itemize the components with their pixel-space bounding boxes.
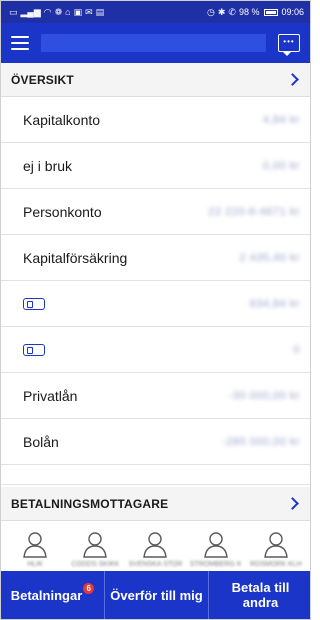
person-icon — [261, 529, 291, 559]
app-screen: ▭ ▂▄▆ ◠ ❁ ⌂ ▣ ✉ ▤ ◷ ✱ ✆ 98 % 09:06 ••• Ö… — [0, 0, 311, 620]
account-name: Privatlån — [23, 387, 78, 404]
account-row-privatlan[interactable]: Privatlån -30 000,00 kr — [1, 373, 310, 419]
person-icon — [201, 529, 231, 559]
tab-label-line2: andra — [242, 595, 279, 610]
account-name: Bolån — [23, 433, 59, 450]
account-row-ej-i-bruk[interactable]: ej i bruk 0,00 kr — [1, 143, 310, 189]
chevron-right-icon — [286, 73, 299, 86]
recipients-title: BETALNINGSMOTTAGARE — [11, 496, 169, 511]
account-row-personkonto[interactable]: Personkonto 22 220-6-4671 kr — [1, 189, 310, 235]
status-bar: ▭ ▂▄▆ ◠ ❁ ⌂ ▣ ✉ ▤ ◷ ✱ ✆ 98 % 09:06 — [1, 1, 310, 23]
hamburger-icon[interactable] — [11, 36, 29, 50]
chat-icon[interactable]: ••• — [278, 34, 300, 56]
recipient-name: ROSMORK KLH — [249, 561, 302, 568]
account-balance: 0,00 kr — [262, 159, 300, 172]
message-icon: ▤ — [95, 6, 105, 17]
overview-header[interactable]: ÖVERSIKT — [1, 63, 310, 97]
mail-icon: ✉ — [85, 6, 93, 17]
recipient-item[interactable]: ROSMORK KLH — [248, 529, 304, 568]
account-row-card-2[interactable]: 0 — [1, 327, 310, 373]
header-title-placeholder — [41, 34, 266, 52]
overview-title: ÖVERSIKT — [11, 72, 74, 87]
account-balance: 634,84 kr — [249, 297, 300, 310]
account-balance: 4,84 kr — [262, 113, 300, 126]
account-row-partial[interactable] — [1, 465, 310, 485]
person-icon — [80, 529, 110, 559]
call-icon: ✆ — [228, 6, 236, 17]
tab-label-line1: Betala till — [231, 580, 290, 595]
recipients-header[interactable]: BETALNINGSMOTTAGARE — [1, 487, 310, 521]
tab-label: Betala till andra — [232, 580, 290, 610]
tab-overfor-till-mig[interactable]: Överför till mig — [105, 571, 209, 619]
signal-icon: ▂▄▆ — [20, 6, 41, 17]
tab-betalningar[interactable]: Betalningar 6 — [1, 571, 105, 619]
account-list: Kapitalkonto 4,84 kr ej i bruk 0,00 kr P… — [1, 97, 310, 487]
wifi-icon: ◠ — [43, 6, 52, 17]
bluetooth-icon: ✱ — [217, 6, 226, 17]
person-icon — [140, 529, 170, 559]
account-name: Kapitalkonto — [23, 111, 101, 128]
card-icon — [23, 297, 45, 310]
clock: 09:06 — [281, 7, 304, 17]
card-icon — [23, 343, 45, 356]
recipient-item[interactable]: STROMBERG K — [188, 529, 244, 568]
account-balance: -30 000,00 kr — [228, 389, 300, 402]
sim-icon: ▭ — [9, 6, 18, 17]
account-row-card-1[interactable]: 634,84 kr — [1, 281, 310, 327]
bottom-tab-bar: Betalningar 6 Överför till mig Betala til… — [1, 571, 310, 619]
tab-label: Överför till mig — [110, 587, 203, 603]
account-row-bolan[interactable]: Bolån -285 000,00 kr — [1, 419, 310, 465]
battery-icon — [264, 8, 279, 16]
recipient-item[interactable]: CODDS SKIKK — [67, 529, 123, 568]
status-left-icons: ▭ ▂▄▆ ◠ ❁ ⌂ ▣ ✉ ▤ — [9, 6, 105, 17]
recipient-item[interactable]: HLIK — [7, 529, 63, 568]
account-name: Kapitalförsäkring — [23, 249, 128, 266]
account-row-kapitalkonto[interactable]: Kapitalkonto 4,84 kr — [1, 97, 310, 143]
app-icon: ⌂ — [65, 6, 71, 17]
app-header: ••• — [1, 23, 310, 63]
tab-betala-till-andra[interactable]: Betala till andra — [209, 571, 310, 619]
recipient-item[interactable]: SVENSKA STOR — [127, 529, 183, 568]
account-name: ej i bruk — [23, 157, 73, 174]
account-balance: -285 000,00 kr — [222, 435, 300, 448]
person-icon — [20, 529, 50, 559]
account-balance: 2 435,40 kr — [239, 251, 300, 264]
account-balance: 22 220-6-4671 kr — [208, 205, 300, 218]
account-name: Personkonto — [23, 203, 102, 220]
notification-badge: 6 — [83, 582, 95, 594]
account-balance: 0 — [293, 343, 300, 356]
notification-icon: ❁ — [54, 6, 63, 17]
recipient-name: CODDS SKIKK — [71, 561, 120, 568]
chevron-right-icon — [286, 497, 299, 510]
recipient-name: HLIK — [27, 561, 43, 568]
account-row-kapitalforsakring[interactable]: Kapitalförsäkring 2 435,40 kr — [1, 235, 310, 281]
status-right-icons: ◷ ✱ ✆ 98 % 09:06 — [207, 7, 304, 17]
tab-label: Betalningar — [10, 587, 83, 603]
recipient-name: SVENSKA STOR — [128, 561, 183, 568]
alarm-icon: ◷ — [207, 6, 215, 17]
battery-percent: 98 % — [238, 7, 260, 17]
image-icon: ▣ — [73, 6, 83, 17]
recipient-name: STROMBERG K — [189, 561, 242, 568]
